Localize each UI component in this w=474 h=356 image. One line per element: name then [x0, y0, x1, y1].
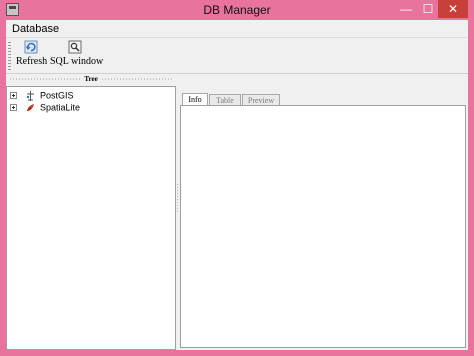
info-content-area — [180, 105, 466, 348]
info-panel: Info Table Preview — [180, 74, 466, 350]
tab-info[interactable]: Info — [182, 93, 208, 105]
tree-item-spatialite[interactable]: SpatiaLite — [10, 101, 80, 113]
spatialite-icon — [26, 103, 34, 111]
expand-icon[interactable] — [10, 104, 17, 112]
minimize-button[interactable]: — — [394, 0, 418, 18]
tab-table[interactable]: Table — [209, 94, 241, 105]
sql-window-icon — [68, 40, 82, 54]
refresh-button[interactable]: Refresh — [16, 40, 48, 67]
tree-item-postgis[interactable]: PostGIS — [10, 89, 74, 101]
window-client-area: Database Refresh SQL window Tree PostGIS… — [6, 20, 468, 350]
menu-bar: Database — [6, 20, 468, 37]
sql-window-label: SQL window — [50, 56, 104, 67]
refresh-label: Refresh — [16, 56, 48, 67]
menu-database[interactable]: Database — [12, 23, 59, 35]
toolbar-grip[interactable] — [8, 42, 11, 70]
refresh-icon — [24, 40, 38, 54]
expand-icon[interactable] — [10, 92, 17, 100]
title-bar: DB Manager — ☐ ✕ — [0, 0, 474, 20]
toolbar: Refresh SQL window — [6, 37, 468, 74]
database-tree[interactable]: PostGIS SpatiaLite — [6, 86, 176, 350]
tree-panel-title[interactable]: Tree — [6, 74, 176, 84]
tree-item-label: SpatiaLite — [40, 102, 81, 113]
close-button[interactable]: ✕ — [438, 0, 468, 18]
tree-panel: Tree PostGIS SpatiaLite — [6, 74, 176, 350]
sql-window-button[interactable]: SQL window — [50, 40, 104, 67]
maximize-button[interactable]: ☐ — [418, 0, 438, 18]
tab-preview[interactable]: Preview — [242, 94, 280, 105]
tree-item-label: PostGIS — [40, 90, 74, 101]
postgis-icon — [26, 90, 34, 101]
